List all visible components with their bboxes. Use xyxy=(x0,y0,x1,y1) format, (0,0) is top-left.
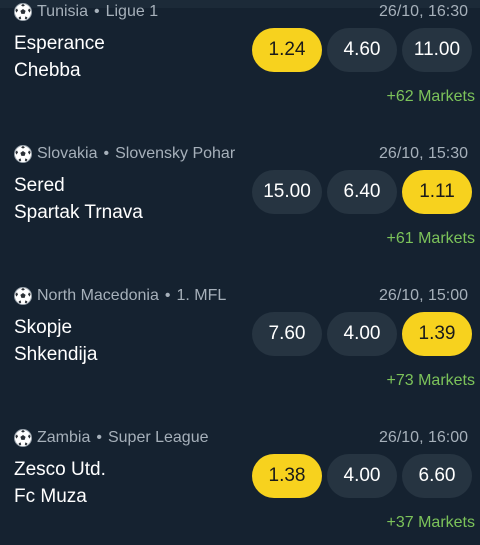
odd-home-button[interactable]: 15.00 xyxy=(252,170,322,214)
teams: Skopje Shkendija xyxy=(14,314,97,368)
soccer-ball-icon xyxy=(14,287,32,305)
match-datetime: 26/10, 15:30 xyxy=(379,145,468,162)
odd-away-button[interactable]: 1.39 xyxy=(402,312,472,356)
home-team: Zesco Utd. xyxy=(14,459,106,480)
odd-home-button[interactable]: 1.38 xyxy=(252,454,322,498)
odds-group: 1.24 4.60 11.00 xyxy=(252,28,472,72)
away-team: Shkendija xyxy=(14,344,98,365)
away-team: Chebba xyxy=(14,60,81,81)
teams: Esperance Chebba xyxy=(14,30,105,84)
more-markets-link[interactable]: +61 Markets xyxy=(387,230,475,248)
odds-group: 7.60 4.00 1.39 xyxy=(252,312,472,356)
country-label: Zambia xyxy=(37,429,91,446)
league-label: Slovensky Pohar xyxy=(115,145,236,162)
match-card: Zambia • Super League 26/10, 16:00 Zesco… xyxy=(0,428,480,545)
home-team: Esperance xyxy=(14,33,105,54)
league-label: Super League xyxy=(107,429,209,446)
soccer-ball-icon xyxy=(14,3,32,21)
home-team: Skopje xyxy=(14,317,73,338)
odd-draw-button[interactable]: 4.60 xyxy=(327,28,397,72)
soccer-ball-icon xyxy=(14,429,32,447)
match-datetime: 26/10, 16:00 xyxy=(379,429,468,446)
teams: Zesco Utd. Fc Muza xyxy=(14,456,106,510)
odds-group: 1.38 4.00 6.60 xyxy=(252,454,472,498)
more-markets-link[interactable]: +73 Markets xyxy=(387,372,475,390)
separator-dot: • xyxy=(103,145,110,162)
country-label: Tunisia xyxy=(37,3,88,20)
separator-dot: • xyxy=(164,287,171,304)
odd-away-button[interactable]: 11.00 xyxy=(402,28,472,72)
odd-draw-button[interactable]: 4.00 xyxy=(327,454,397,498)
odd-away-button[interactable]: 1.11 xyxy=(402,170,472,214)
country-label: Slovakia xyxy=(37,145,98,162)
home-team: Sered xyxy=(14,175,65,196)
match-meta: North Macedonia • 1. MFL xyxy=(14,286,226,306)
match-meta: Tunisia • Ligue 1 xyxy=(14,2,158,22)
match-card: North Macedonia • 1. MFL 26/10, 15:00 Sk… xyxy=(0,286,480,428)
match-meta: Slovakia • Slovensky Pohar xyxy=(14,144,235,164)
teams: Sered Spartak Trnava xyxy=(14,172,143,226)
separator-dot: • xyxy=(96,429,102,446)
match-card: Tunisia • Ligue 1 26/10, 16:30 Esperance… xyxy=(0,2,480,144)
more-markets-link[interactable]: +62 Markets xyxy=(387,88,475,106)
odd-draw-button[interactable]: 6.40 xyxy=(327,170,397,214)
odds-group: 15.00 6.40 1.11 xyxy=(252,170,472,214)
match-meta: Zambia • Super League xyxy=(14,428,209,448)
odd-away-button[interactable]: 6.60 xyxy=(402,454,472,498)
match-card: Slovakia • Slovensky Pohar 26/10, 15:30 … xyxy=(0,144,480,286)
league-label: Ligue 1 xyxy=(105,3,159,20)
country-label: North Macedonia xyxy=(37,287,159,304)
league-label: 1. MFL xyxy=(176,287,227,304)
separator-dot: • xyxy=(93,3,100,20)
away-team: Fc Muza xyxy=(14,486,87,507)
odd-home-button[interactable]: 7.60 xyxy=(252,312,322,356)
more-markets-link[interactable]: +37 Markets xyxy=(387,514,475,532)
odd-home-button[interactable]: 1.24 xyxy=(252,28,322,72)
match-datetime: 26/10, 16:30 xyxy=(379,3,468,20)
match-datetime: 26/10, 15:00 xyxy=(379,287,468,304)
odd-draw-button[interactable]: 4.00 xyxy=(327,312,397,356)
soccer-ball-icon xyxy=(14,145,32,163)
match-list: Tunisia • Ligue 1 26/10, 16:30 Esperance… xyxy=(0,0,480,545)
away-team: Spartak Trnava xyxy=(14,202,143,223)
